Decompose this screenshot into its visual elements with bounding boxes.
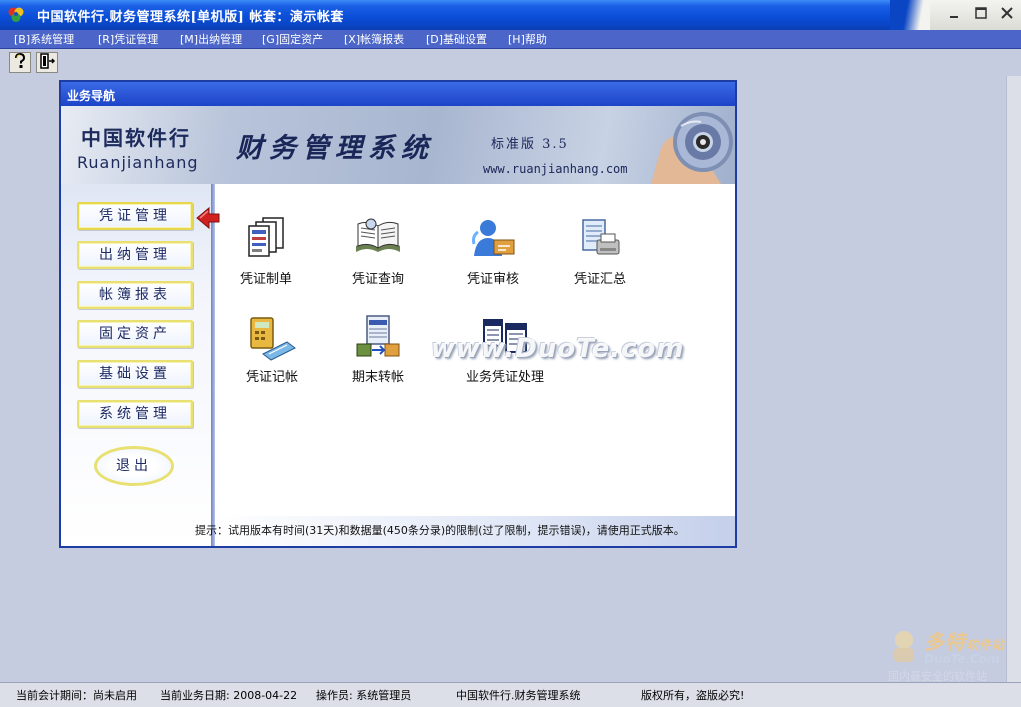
cd-disc-hand-icon (651, 112, 733, 184)
trial-hint-text: 提示：试用版本有时间(31天)和数据量(450条分录)的限制(过了限制，提示错误… (195, 524, 685, 537)
status-operator: 操作员: 系统管理员 (316, 689, 412, 702)
menu-basic-settings[interactable]: [D]基础设置 (426, 31, 487, 47)
maximize-icon (974, 7, 987, 19)
side-button-system[interactable]: 系统管理 (77, 400, 193, 428)
menu-system[interactable]: [B]系统管理 (14, 31, 74, 47)
site-name: 多特软件站 (924, 630, 1006, 654)
period-transfer-icon (356, 315, 400, 357)
status-accounting-period: 当前会计期间：尚未启用 (16, 689, 137, 702)
menu-ledger-reports[interactable]: [X]帐簿报表 (344, 31, 404, 47)
func-label: 凭证汇总 (573, 272, 626, 287)
func-label: 期末转帐 (351, 370, 404, 385)
func-voucher-audit[interactable]: 凭证审核 (448, 216, 538, 287)
product-banner: 中国软件行 Ruanjianhang 财务管理系统 标准版 3.5 www.ru… (61, 106, 735, 184)
side-button-fixed-assets[interactable]: 固定资产 (77, 320, 193, 348)
minimize-icon (949, 16, 958, 18)
voucher-query-icon (356, 218, 400, 252)
app-logo-icon (8, 7, 24, 22)
door-exit-icon (40, 53, 56, 69)
status-business-date: 当前业务日期: 2008-04-22 (160, 689, 298, 702)
voucher-entry-icon (248, 217, 284, 257)
edition-label: 标准版 3.5 (491, 137, 569, 152)
side-button-voucher[interactable]: 凭证管理 (77, 202, 193, 230)
site-domain: DuoTe.Com (924, 652, 1000, 666)
func-voucher-entry[interactable]: 凭证制单 (221, 216, 311, 287)
func-label: 凭证制单 (239, 272, 292, 287)
side-menu-divider (211, 184, 215, 546)
func-label: 凭证查询 (351, 272, 404, 287)
right-scroll-strip (1006, 76, 1021, 682)
help-button[interactable] (9, 52, 31, 73)
system-name: 财务管理系统 (236, 133, 434, 164)
func-period-transfer[interactable]: 期末转帐 (333, 314, 423, 385)
exit-button[interactable]: 退出 (94, 446, 174, 486)
site-watermark: 多特软件站 DuoTe.Com 国内最安全的软件站 (888, 626, 1018, 684)
func-voucher-query[interactable]: 凭证查询 (333, 216, 423, 287)
close-icon (1000, 7, 1013, 19)
menu-voucher[interactable]: [R]凭证管理 (98, 31, 158, 47)
status-product-name: 中国软件行.财务管理系统 (456, 689, 581, 702)
menu-bar: [B]系统管理 [R]凭证管理 [M]出纳管理 [G]固定资产 [X]帐簿报表 … (0, 30, 1021, 49)
func-label: 凭证记帐 (245, 370, 298, 385)
nav-panel-title: 业务导航 (67, 89, 116, 103)
func-label: 凭证审核 (466, 272, 519, 287)
question-help-icon (15, 52, 26, 68)
mascot-logo-icon (894, 631, 914, 662)
side-button-basic-settings[interactable]: 基础设置 (77, 360, 193, 388)
red-arrow-indicator-icon (196, 206, 220, 230)
business-navigation-panel: 业务导航 中国软件行 Ruanjianhang 财务管理系统 标准版 3.5 w… (59, 80, 737, 548)
func-label: 业务凭证处理 (465, 370, 544, 385)
brand-chinese-name: 中国软件行 (81, 126, 191, 150)
window-title: 中国软件行.财务管理系统[单机版] 帐套：演示帐套 (37, 10, 344, 25)
func-voucher-posting[interactable]: 凭证记帐 (227, 314, 317, 385)
side-button-ledger-reports[interactable]: 帐簿报表 (77, 281, 193, 309)
title-bar: 中国软件行.财务管理系统[单机版] 帐套：演示帐套 (0, 0, 1021, 30)
toolbar (0, 49, 1021, 76)
status-copyright: 版权所有，盗版必究! (641, 689, 745, 702)
brand-english-name: Ruanjianhang (77, 153, 199, 172)
status-bar: 当前会计期间：尚未启用 当前业务日期: 2008-04-22 操作员: 系统管理… (0, 682, 1021, 707)
exit-toolbar-button[interactable] (36, 52, 58, 73)
website-label: www.ruanjianhang.com (483, 162, 628, 176)
menu-cashier[interactable]: [M]出纳管理 (180, 31, 242, 47)
close-button[interactable] (996, 6, 1017, 25)
menu-fixed-assets[interactable]: [G]固定资产 (262, 31, 323, 47)
voucher-summary-icon (582, 219, 620, 255)
maximize-button[interactable] (970, 6, 991, 25)
func-voucher-summary[interactable]: 凭证汇总 (555, 216, 645, 287)
side-button-cashier[interactable]: 出纳管理 (77, 241, 193, 269)
minimize-button[interactable] (944, 6, 965, 25)
voucher-posting-icon (250, 317, 296, 361)
menu-help[interactable]: [H]帮助 (508, 31, 547, 47)
duote-watermark: www.DuoTe.com (431, 334, 685, 364)
nav-panel-header: 业务导航 (61, 82, 735, 106)
voucher-audit-icon (472, 220, 515, 256)
